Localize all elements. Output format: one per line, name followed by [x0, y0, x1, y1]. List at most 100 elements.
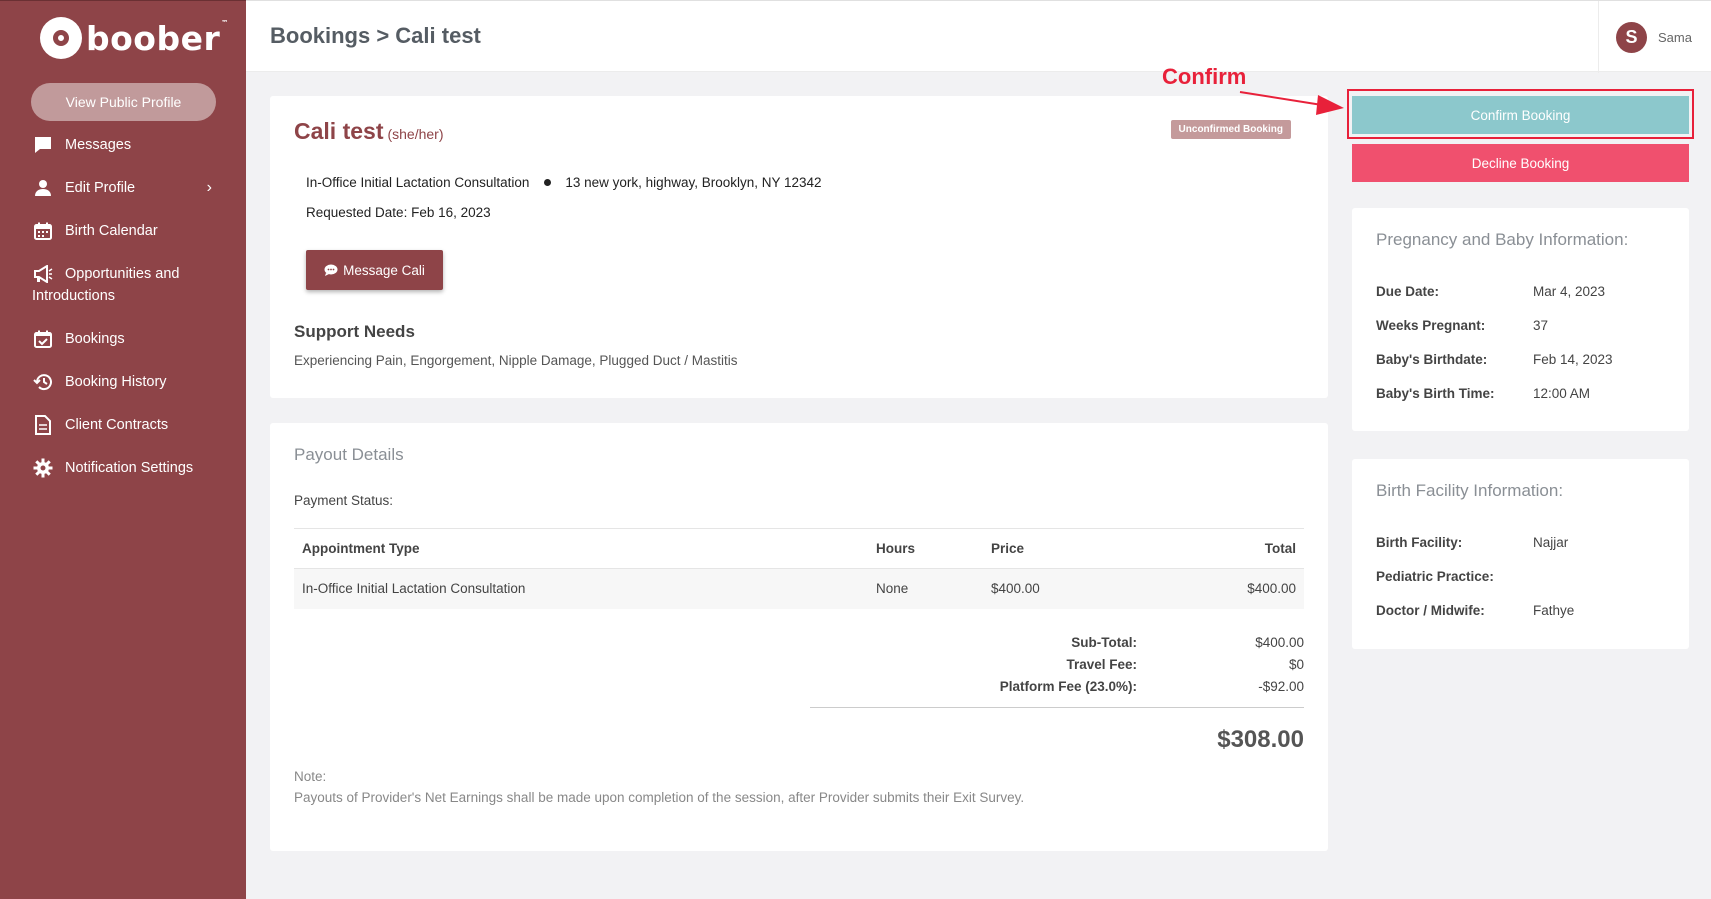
sidebar-nav: Messages Edit Profile › Birth Calendar O…	[0, 134, 246, 500]
table-cell: None	[868, 568, 983, 609]
table-cell: In-Office Initial Lactation Consultation	[294, 568, 868, 609]
info-key: Birth Facility:	[1376, 534, 1463, 550]
facility-info-card: Birth Facility Information: Birth Facili…	[1352, 459, 1689, 649]
view-public-profile-button[interactable]: View Public Profile	[31, 83, 216, 121]
sidebar-item-booking-history[interactable]: Booking History	[0, 371, 246, 414]
sidebar-item-label: Booking History	[65, 374, 167, 390]
info-key: Baby's Birthdate:	[1376, 351, 1488, 367]
decline-booking-button[interactable]: Decline Booking	[1352, 144, 1689, 182]
payout-table: Appointment Type Hours Price Total In-Of…	[294, 528, 1304, 609]
info-row: Baby's Birth Time: 12:00 AM	[1376, 376, 1666, 410]
info-row: Pediatric Practice:	[1376, 559, 1666, 593]
sidebar: boober™ View Public Profile Messages Edi…	[0, 0, 246, 899]
calendar-icon	[32, 220, 54, 242]
info-key: Baby's Birth Time:	[1376, 385, 1495, 401]
sidebar-item-label: Notification Settings	[65, 460, 194, 476]
sidebar-item-messages[interactable]: Messages	[0, 134, 246, 177]
status-badge: Unconfirmed Booking	[1170, 120, 1291, 139]
brand-logo[interactable]: boober™	[40, 17, 229, 59]
pregnancy-info-title: Pregnancy and Baby Information:	[1376, 230, 1629, 249]
info-value: 12:00 AM	[1533, 385, 1591, 401]
total-label: Sub-Total:	[1071, 634, 1137, 650]
support-needs-title: Support Needs	[294, 322, 415, 341]
info-value: 37	[1533, 317, 1549, 333]
calendar-check-icon	[32, 328, 54, 350]
history-icon	[32, 371, 54, 393]
info-value: Feb 14, 2023	[1533, 351, 1613, 367]
info-row: Doctor / Midwife: Fathye	[1376, 593, 1666, 627]
message-button-label: Message Cali	[343, 262, 425, 278]
grand-total: $308.00	[1217, 726, 1304, 753]
info-key: Weeks Pregnant:	[1376, 317, 1486, 333]
client-address: 13 new york, highway, Brooklyn, NY 12342	[565, 175, 822, 190]
info-row: Birth Facility: Najjar	[1376, 525, 1666, 559]
info-key: Due Date:	[1376, 283, 1440, 299]
subtotal-row: Sub-Total: $400.00	[804, 631, 1304, 653]
info-row: Baby's Birthdate: Feb 14, 2023	[1376, 342, 1666, 376]
chat-icon	[32, 134, 54, 156]
client-card: Cali test (she/her) Unconfirmed Booking I…	[270, 96, 1328, 398]
column-header: Appointment Type	[294, 528, 868, 569]
sidebar-item-label: Bookings	[65, 331, 125, 347]
sidebar-item-label: Birth Calendar	[65, 223, 158, 239]
total-value: $400.00	[1255, 634, 1304, 650]
info-value: Fathye	[1533, 602, 1575, 618]
annotation-label: Confirm	[1162, 64, 1247, 89]
bullet-dot-icon	[544, 179, 552, 186]
user-name: Sama	[1658, 29, 1692, 45]
person-icon	[32, 177, 54, 199]
note-text: Payouts of Provider's Net Earnings shall…	[294, 790, 1025, 805]
annotation-arrow-icon	[1239, 91, 1344, 115]
info-value: Najjar	[1533, 534, 1569, 550]
column-header: Hours	[868, 528, 983, 569]
payout-title: Payout Details	[294, 445, 404, 464]
client-pronoun: (she/her)	[387, 126, 444, 142]
pregnancy-info-list: Due Date: Mar 4, 2023 Weeks Pregnant: 37…	[1376, 274, 1666, 410]
totals-divider	[810, 707, 1304, 708]
sidebar-item-label: Opportunities and Introductions	[32, 266, 180, 304]
info-row: Due Date: Mar 4, 2023	[1376, 274, 1666, 308]
pregnancy-info-card: Pregnancy and Baby Information: Due Date…	[1352, 208, 1689, 431]
avatar: S	[1616, 21, 1647, 53]
sidebar-item-label: Messages	[65, 137, 132, 153]
info-key: Pediatric Practice:	[1376, 568, 1494, 584]
breadcrumb: Bookings > Cali test	[270, 23, 481, 48]
info-key: Doctor / Midwife:	[1376, 602, 1485, 618]
sidebar-item-opportunities[interactable]: Opportunities and Introductions	[0, 263, 246, 328]
chevron-right-icon: ›	[206, 179, 212, 196]
sidebar-item-label: Client Contracts	[65, 417, 169, 433]
totals-block: Sub-Total: $400.00 Travel Fee: $0 Platfo…	[804, 631, 1304, 697]
facility-info-list: Birth Facility: Najjar Pediatric Practic…	[1376, 525, 1666, 627]
note-label: Note:	[294, 769, 327, 784]
user-menu[interactable]: S Sama	[1598, 1, 1711, 73]
info-row: Weeks Pregnant: 37	[1376, 308, 1666, 342]
sidebar-item-notification-settings[interactable]: Notification Settings	[0, 457, 246, 500]
sidebar-item-label: Edit Profile	[65, 180, 136, 196]
column-header: Price	[983, 528, 1144, 569]
requested-date: Requested Date: Feb 16, 2023	[306, 205, 491, 220]
total-value: -$92.00	[1258, 678, 1304, 694]
sidebar-item-birth-calendar[interactable]: Birth Calendar	[0, 220, 246, 263]
brand-name: boober™	[86, 18, 229, 58]
platform-fee-row: Platform Fee (23.0%): -$92.00	[804, 675, 1304, 697]
chat-bubble-icon	[324, 264, 338, 277]
message-client-button[interactable]: Message Cali	[306, 250, 443, 290]
sidebar-item-bookings[interactable]: Bookings	[0, 328, 246, 371]
document-icon	[32, 414, 54, 436]
payout-card: Payout Details Payment Status: Appointme…	[270, 423, 1328, 851]
service-line: In-Office Initial Lactation Consultation…	[306, 175, 822, 190]
travel-fee-row: Travel Fee: $0	[804, 653, 1304, 675]
service-type: In-Office Initial Lactation Consultation	[306, 175, 530, 190]
client-name: Cali test (she/her)	[294, 118, 444, 144]
gear-icon	[32, 457, 54, 479]
sidebar-item-edit-profile[interactable]: Edit Profile ›	[0, 177, 246, 220]
info-value: Mar 4, 2023	[1533, 283, 1606, 299]
total-label: Platform Fee (23.0%):	[999, 678, 1137, 694]
table-header-row: Appointment Type Hours Price Total	[294, 528, 1304, 569]
top-header: Bookings > Cali test S Sama	[246, 0, 1711, 73]
sidebar-item-client-contracts[interactable]: Client Contracts	[0, 414, 246, 457]
facility-info-title: Birth Facility Information:	[1376, 481, 1564, 500]
annotation-highlight-box	[1347, 89, 1694, 139]
support-needs-text: Experiencing Pain, Engorgement, Nipple D…	[294, 353, 738, 368]
total-value: $0	[1288, 656, 1304, 672]
